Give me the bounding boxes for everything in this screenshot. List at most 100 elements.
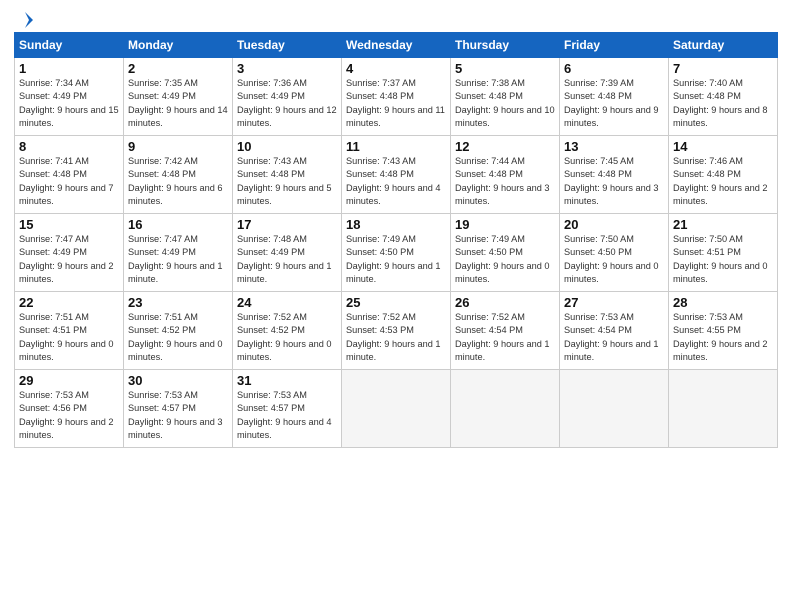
- calendar: SundayMondayTuesdayWednesdayThursdayFrid…: [14, 32, 778, 448]
- day-number: 11: [346, 139, 446, 154]
- day-info: Sunrise: 7:53 AMSunset: 4:57 PMDaylight:…: [128, 389, 228, 442]
- table-row: [669, 370, 778, 448]
- day-header-friday: Friday: [560, 33, 669, 58]
- day-info: Sunrise: 7:52 AMSunset: 4:53 PMDaylight:…: [346, 311, 446, 364]
- day-info: Sunrise: 7:52 AMSunset: 4:52 PMDaylight:…: [237, 311, 337, 364]
- logo-icon: [15, 10, 35, 30]
- table-row: 6 Sunrise: 7:39 AMSunset: 4:48 PMDayligh…: [560, 58, 669, 136]
- day-info: Sunrise: 7:41 AMSunset: 4:48 PMDaylight:…: [19, 155, 119, 208]
- table-row: 2 Sunrise: 7:35 AMSunset: 4:49 PMDayligh…: [124, 58, 233, 136]
- calendar-week-1: 1 Sunrise: 7:34 AMSunset: 4:49 PMDayligh…: [15, 58, 778, 136]
- page: SundayMondayTuesdayWednesdayThursdayFrid…: [0, 0, 792, 612]
- day-info: Sunrise: 7:35 AMSunset: 4:49 PMDaylight:…: [128, 77, 228, 130]
- day-header-tuesday: Tuesday: [233, 33, 342, 58]
- day-info: Sunrise: 7:43 AMSunset: 4:48 PMDaylight:…: [346, 155, 446, 208]
- day-info: Sunrise: 7:50 AMSunset: 4:50 PMDaylight:…: [564, 233, 664, 286]
- day-number: 27: [564, 295, 664, 310]
- day-number: 9: [128, 139, 228, 154]
- table-row: [560, 370, 669, 448]
- day-header-thursday: Thursday: [451, 33, 560, 58]
- table-row: 20 Sunrise: 7:50 AMSunset: 4:50 PMDaylig…: [560, 214, 669, 292]
- table-row: 31 Sunrise: 7:53 AMSunset: 4:57 PMDaylig…: [233, 370, 342, 448]
- day-info: Sunrise: 7:36 AMSunset: 4:49 PMDaylight:…: [237, 77, 337, 130]
- day-info: Sunrise: 7:46 AMSunset: 4:48 PMDaylight:…: [673, 155, 773, 208]
- day-info: Sunrise: 7:47 AMSunset: 4:49 PMDaylight:…: [128, 233, 228, 286]
- day-number: 10: [237, 139, 337, 154]
- day-number: 12: [455, 139, 555, 154]
- calendar-header-row: SundayMondayTuesdayWednesdayThursdayFrid…: [15, 33, 778, 58]
- table-row: 8 Sunrise: 7:41 AMSunset: 4:48 PMDayligh…: [15, 136, 124, 214]
- day-number: 15: [19, 217, 119, 232]
- day-info: Sunrise: 7:51 AMSunset: 4:51 PMDaylight:…: [19, 311, 119, 364]
- day-info: Sunrise: 7:40 AMSunset: 4:48 PMDaylight:…: [673, 77, 773, 130]
- day-number: 24: [237, 295, 337, 310]
- day-number: 5: [455, 61, 555, 76]
- table-row: 21 Sunrise: 7:50 AMSunset: 4:51 PMDaylig…: [669, 214, 778, 292]
- table-row: 24 Sunrise: 7:52 AMSunset: 4:52 PMDaylig…: [233, 292, 342, 370]
- day-header-wednesday: Wednesday: [342, 33, 451, 58]
- day-number: 21: [673, 217, 773, 232]
- day-number: 4: [346, 61, 446, 76]
- day-info: Sunrise: 7:53 AMSunset: 4:54 PMDaylight:…: [564, 311, 664, 364]
- table-row: 19 Sunrise: 7:49 AMSunset: 4:50 PMDaylig…: [451, 214, 560, 292]
- day-number: 31: [237, 373, 337, 388]
- table-row: 13 Sunrise: 7:45 AMSunset: 4:48 PMDaylig…: [560, 136, 669, 214]
- table-row: 18 Sunrise: 7:49 AMSunset: 4:50 PMDaylig…: [342, 214, 451, 292]
- day-number: 16: [128, 217, 228, 232]
- calendar-week-5: 29 Sunrise: 7:53 AMSunset: 4:56 PMDaylig…: [15, 370, 778, 448]
- calendar-week-3: 15 Sunrise: 7:47 AMSunset: 4:49 PMDaylig…: [15, 214, 778, 292]
- day-header-saturday: Saturday: [669, 33, 778, 58]
- day-info: Sunrise: 7:43 AMSunset: 4:48 PMDaylight:…: [237, 155, 337, 208]
- table-row: 11 Sunrise: 7:43 AMSunset: 4:48 PMDaylig…: [342, 136, 451, 214]
- day-info: Sunrise: 7:38 AMSunset: 4:48 PMDaylight:…: [455, 77, 555, 130]
- table-row: 26 Sunrise: 7:52 AMSunset: 4:54 PMDaylig…: [451, 292, 560, 370]
- day-info: Sunrise: 7:39 AMSunset: 4:48 PMDaylight:…: [564, 77, 664, 130]
- table-row: 25 Sunrise: 7:52 AMSunset: 4:53 PMDaylig…: [342, 292, 451, 370]
- day-number: 2: [128, 61, 228, 76]
- table-row: 9 Sunrise: 7:42 AMSunset: 4:48 PMDayligh…: [124, 136, 233, 214]
- day-number: 18: [346, 217, 446, 232]
- day-number: 8: [19, 139, 119, 154]
- day-number: 7: [673, 61, 773, 76]
- table-row: 14 Sunrise: 7:46 AMSunset: 4:48 PMDaylig…: [669, 136, 778, 214]
- day-number: 28: [673, 295, 773, 310]
- day-number: 29: [19, 373, 119, 388]
- day-info: Sunrise: 7:53 AMSunset: 4:56 PMDaylight:…: [19, 389, 119, 442]
- day-header-monday: Monday: [124, 33, 233, 58]
- day-info: Sunrise: 7:34 AMSunset: 4:49 PMDaylight:…: [19, 77, 119, 130]
- day-info: Sunrise: 7:52 AMSunset: 4:54 PMDaylight:…: [455, 311, 555, 364]
- day-number: 14: [673, 139, 773, 154]
- day-number: 30: [128, 373, 228, 388]
- day-number: 19: [455, 217, 555, 232]
- day-info: Sunrise: 7:42 AMSunset: 4:48 PMDaylight:…: [128, 155, 228, 208]
- day-number: 13: [564, 139, 664, 154]
- table-row: 16 Sunrise: 7:47 AMSunset: 4:49 PMDaylig…: [124, 214, 233, 292]
- day-header-sunday: Sunday: [15, 33, 124, 58]
- day-number: 20: [564, 217, 664, 232]
- table-row: [342, 370, 451, 448]
- table-row: 1 Sunrise: 7:34 AMSunset: 4:49 PMDayligh…: [15, 58, 124, 136]
- day-number: 17: [237, 217, 337, 232]
- day-number: 26: [455, 295, 555, 310]
- day-number: 22: [19, 295, 119, 310]
- day-number: 3: [237, 61, 337, 76]
- table-row: 30 Sunrise: 7:53 AMSunset: 4:57 PMDaylig…: [124, 370, 233, 448]
- table-row: 12 Sunrise: 7:44 AMSunset: 4:48 PMDaylig…: [451, 136, 560, 214]
- table-row: 22 Sunrise: 7:51 AMSunset: 4:51 PMDaylig…: [15, 292, 124, 370]
- table-row: 29 Sunrise: 7:53 AMSunset: 4:56 PMDaylig…: [15, 370, 124, 448]
- table-row: [451, 370, 560, 448]
- day-number: 1: [19, 61, 119, 76]
- table-row: 7 Sunrise: 7:40 AMSunset: 4:48 PMDayligh…: [669, 58, 778, 136]
- day-info: Sunrise: 7:53 AMSunset: 4:55 PMDaylight:…: [673, 311, 773, 364]
- table-row: 23 Sunrise: 7:51 AMSunset: 4:52 PMDaylig…: [124, 292, 233, 370]
- day-info: Sunrise: 7:45 AMSunset: 4:48 PMDaylight:…: [564, 155, 664, 208]
- table-row: 15 Sunrise: 7:47 AMSunset: 4:49 PMDaylig…: [15, 214, 124, 292]
- table-row: 27 Sunrise: 7:53 AMSunset: 4:54 PMDaylig…: [560, 292, 669, 370]
- calendar-week-2: 8 Sunrise: 7:41 AMSunset: 4:48 PMDayligh…: [15, 136, 778, 214]
- day-info: Sunrise: 7:51 AMSunset: 4:52 PMDaylight:…: [128, 311, 228, 364]
- day-info: Sunrise: 7:48 AMSunset: 4:49 PMDaylight:…: [237, 233, 337, 286]
- day-info: Sunrise: 7:37 AMSunset: 4:48 PMDaylight:…: [346, 77, 446, 130]
- day-info: Sunrise: 7:50 AMSunset: 4:51 PMDaylight:…: [673, 233, 773, 286]
- logo: [14, 10, 36, 26]
- table-row: 10 Sunrise: 7:43 AMSunset: 4:48 PMDaylig…: [233, 136, 342, 214]
